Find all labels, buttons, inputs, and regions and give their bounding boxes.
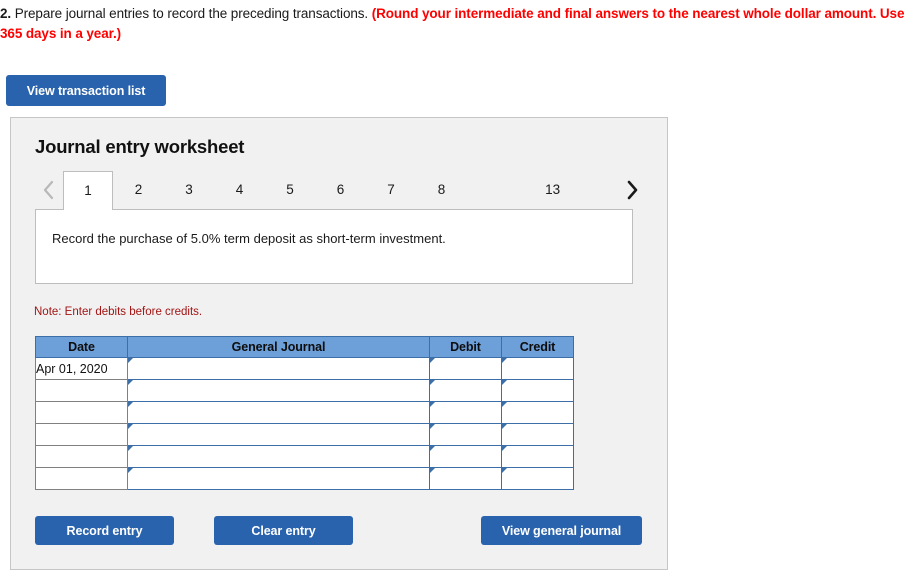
cell-general-journal[interactable] — [127, 423, 430, 446]
worksheet-tab-13[interactable]: 13 — [528, 171, 578, 209]
cell-dropdown-marker-icon — [128, 380, 133, 385]
clear-entry-button[interactable]: Clear entry — [214, 516, 353, 545]
worksheet-tab-3[interactable]: 3 — [164, 171, 214, 209]
cell-credit[interactable] — [501, 467, 574, 490]
chevron-right-icon[interactable] — [619, 171, 645, 209]
journal-entry-worksheet-page: 2. Prepare journal entries to record the… — [0, 0, 923, 582]
cell-dropdown-marker-icon — [128, 358, 133, 363]
cell-dropdown-marker-icon — [502, 402, 507, 407]
cell-debit[interactable] — [429, 401, 502, 424]
cell-date[interactable]: Apr 01, 2020 — [35, 357, 128, 380]
cell-credit[interactable] — [501, 445, 574, 468]
cell-credit[interactable] — [501, 423, 574, 446]
cell-dropdown-marker-icon — [128, 424, 133, 429]
worksheet-tab-8[interactable]: 8 — [417, 171, 467, 209]
cell-dropdown-marker-icon — [502, 424, 507, 429]
worksheet-tab-7[interactable]: 7 — [366, 171, 416, 209]
journal-entry-table: Date General Journal Debit Credit Apr 01… — [35, 336, 574, 490]
table-row — [35, 401, 574, 424]
cell-date[interactable] — [35, 467, 128, 490]
cell-debit[interactable] — [429, 357, 502, 380]
cell-date[interactable] — [35, 445, 128, 468]
worksheet-tabstrip: 1 2 3 4 5 6 7 8 13 — [35, 171, 645, 210]
cell-date[interactable] — [35, 401, 128, 424]
view-general-journal-button[interactable]: View general journal — [481, 516, 642, 545]
question-number: 2. — [0, 6, 12, 21]
cell-dropdown-marker-icon — [502, 446, 507, 451]
cell-general-journal[interactable] — [127, 401, 430, 424]
cell-credit[interactable] — [501, 401, 574, 424]
worksheet-tab-4[interactable]: 4 — [215, 171, 265, 209]
cell-date[interactable] — [35, 379, 128, 402]
table-row — [35, 423, 574, 446]
cell-dropdown-marker-icon — [430, 468, 435, 473]
question-prompt: 2. Prepare journal entries to record the… — [0, 4, 923, 44]
debits-before-credits-note: Note: Enter debits before credits. — [34, 306, 203, 318]
record-entry-button[interactable]: Record entry — [35, 516, 174, 545]
worksheet-tab-5[interactable]: 5 — [265, 171, 315, 209]
cell-dropdown-marker-icon — [128, 402, 133, 407]
cell-dropdown-marker-icon — [430, 446, 435, 451]
question-text: Prepare journal entries to record the pr… — [11, 6, 372, 21]
column-header-general-journal: General Journal — [127, 336, 430, 358]
cell-credit[interactable] — [501, 379, 574, 402]
column-header-credit: Credit — [501, 336, 574, 358]
journal-entry-worksheet-panel: Journal entry worksheet 1 2 3 4 5 6 7 8 13 Recor… — [10, 117, 668, 570]
cell-dropdown-marker-icon — [430, 424, 435, 429]
cell-dropdown-marker-icon — [502, 358, 507, 363]
cell-date[interactable] — [35, 423, 128, 446]
cell-dropdown-marker-icon — [430, 402, 435, 407]
transaction-prompt-text: Record the purchase of 5.0% term deposit… — [52, 231, 446, 246]
column-header-date: Date — [35, 336, 128, 358]
chevron-left-icon[interactable] — [35, 171, 61, 209]
cell-dropdown-marker-icon — [502, 380, 507, 385]
cell-general-journal[interactable] — [127, 357, 430, 380]
column-header-debit: Debit — [429, 336, 502, 358]
table-header-row: Date General Journal Debit Credit — [35, 336, 574, 358]
cell-debit[interactable] — [429, 379, 502, 402]
cell-credit[interactable] — [501, 357, 574, 380]
cell-dropdown-marker-icon — [128, 468, 133, 473]
cell-debit[interactable] — [429, 445, 502, 468]
transaction-prompt-box: Record the purchase of 5.0% term deposit… — [35, 209, 633, 284]
cell-general-journal[interactable] — [127, 445, 430, 468]
worksheet-tab-6[interactable]: 6 — [316, 171, 366, 209]
cell-general-journal[interactable] — [127, 379, 430, 402]
table-row: Apr 01, 2020 — [35, 357, 574, 380]
view-transaction-list-button[interactable]: View transaction list — [6, 75, 166, 106]
cell-general-journal[interactable] — [127, 467, 430, 490]
worksheet-title: Journal entry worksheet — [35, 136, 245, 157]
cell-debit[interactable] — [429, 423, 502, 446]
table-row — [35, 379, 574, 402]
cell-dropdown-marker-icon — [502, 468, 507, 473]
table-row — [35, 445, 574, 468]
worksheet-tab-2[interactable]: 2 — [114, 171, 164, 209]
cell-debit[interactable] — [429, 467, 502, 490]
cell-dropdown-marker-icon — [430, 380, 435, 385]
table-row — [35, 467, 574, 490]
cell-dropdown-marker-icon — [430, 358, 435, 363]
cell-dropdown-marker-icon — [128, 446, 133, 451]
worksheet-tab-1[interactable]: 1 — [63, 171, 113, 210]
